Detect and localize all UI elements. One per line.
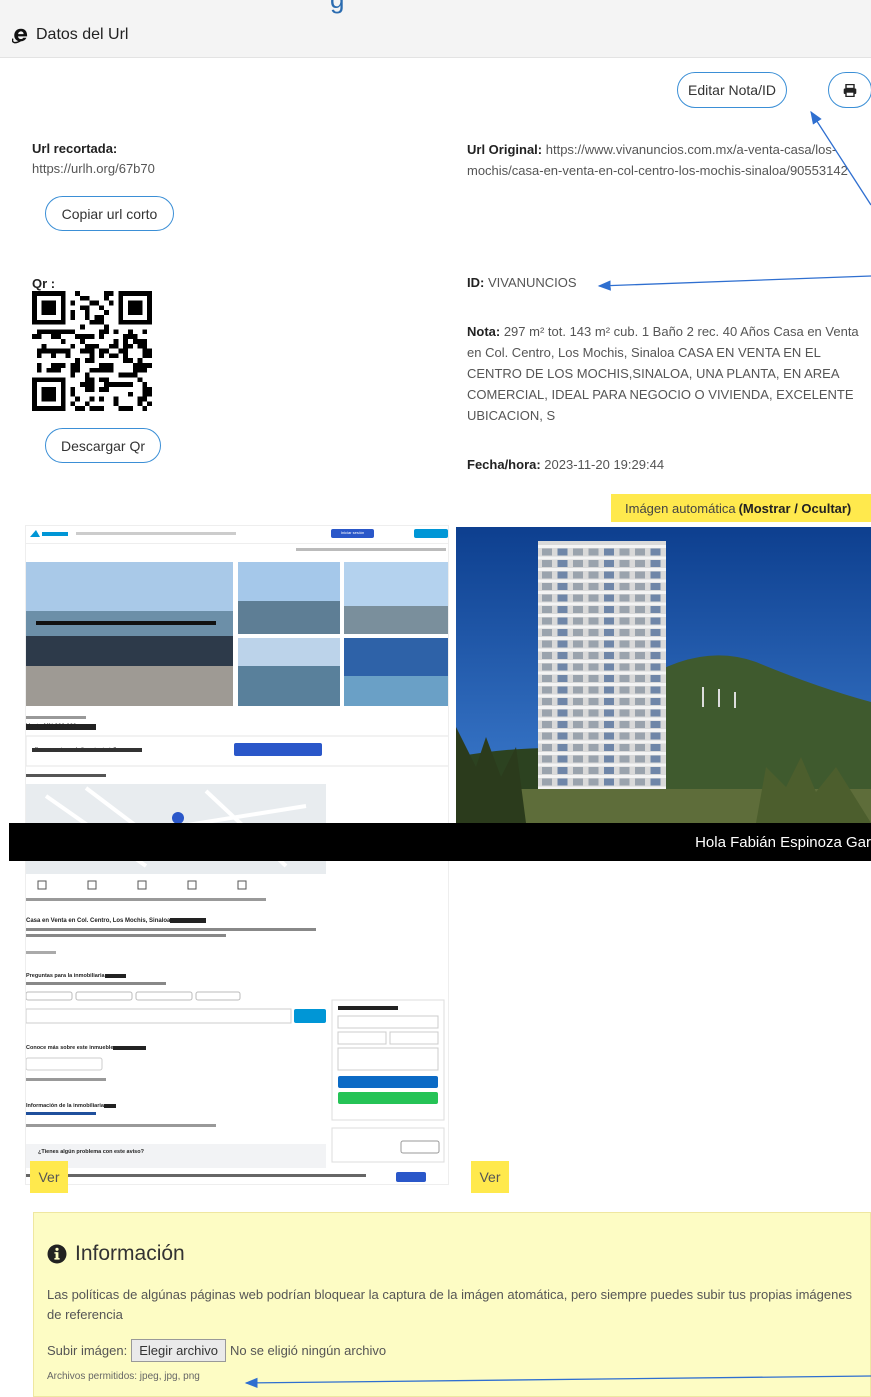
mini-more-title: Conoce más sobre este inmueble — [26, 1045, 114, 1051]
info-circle-icon — [47, 1244, 67, 1264]
qr-label: Qr : — [32, 276, 56, 291]
copy-short-url-button[interactable]: Copiar url corto — [45, 196, 174, 231]
date-value: 2023-11-20 19:29:44 — [540, 457, 665, 472]
mini-agency-title: Información de la inmobiliaria — [26, 1103, 104, 1109]
choose-file-button[interactable]: Elegir archivo — [131, 1339, 226, 1362]
section-header: Datos del Url — [12, 26, 128, 44]
info-header: Información — [47, 1242, 185, 1266]
view-image-button[interactable]: Ver — [471, 1161, 509, 1193]
auto-image-toggle[interactable]: (Mostrar / Ocultar) — [739, 501, 852, 516]
info-text: Las políticas de algúnas páginas web pod… — [47, 1287, 853, 1322]
upload-label: Subir imágen: — [47, 1343, 128, 1358]
user-greeting: Hola Fabián Espinoza Gar — [695, 833, 871, 851]
info-box: Información Las políticas de algúnas pág… — [33, 1212, 871, 1397]
note-field: Nota: 297 m² tot. 143 m² cub. 1 Baño 2 r… — [467, 321, 867, 426]
note-label: Nota: — [467, 324, 501, 339]
download-qr-button[interactable]: Descargar Qr — [45, 428, 161, 463]
mini-problem-title: ¿Tienes algún problema con este aviso? — [38, 1149, 144, 1155]
top-band: g Datos del Url — [0, 0, 871, 58]
auto-image-label: Imágen automática — [625, 500, 736, 516]
id-value: VIVANUNCIOS — [484, 275, 577, 290]
print-icon — [843, 83, 857, 97]
section-title: Datos del Url — [36, 26, 129, 43]
user-greeting-banner: Hola Fabián Espinoza Gar — [9, 823, 871, 861]
mini-listing-title: Casa en Venta en Col. Centro, Los Mochis… — [26, 918, 171, 924]
mini-price: Venta MN 980,000 — [26, 724, 77, 730]
original-url-label: Url Original: — [467, 142, 543, 157]
note-value: 297 m² tot. 143 m² cub. 1 Baño 2 rec. 40… — [467, 324, 859, 423]
short-url-value[interactable]: https://urlh.org/67b70 — [32, 158, 155, 179]
cut-page-title: g — [330, 0, 344, 15]
upload-row: Subir imágen: Elegir archivo No se eligi… — [47, 1339, 386, 1362]
id-field: ID: VIVANUNCIOS — [467, 272, 577, 293]
auto-image — [456, 527, 871, 823]
building-photo — [456, 527, 871, 823]
ie-icon — [12, 28, 28, 44]
no-file-text: No se eligió ningún archivo — [229, 1343, 387, 1358]
info-title: Información — [75, 1242, 185, 1265]
auto-image-bar: Imágen automática (Mostrar / Ocultar) — [611, 494, 871, 522]
short-url-label: Url recortada: — [32, 141, 118, 156]
mini-nav-login: Iniciar sesión — [340, 530, 365, 535]
id-label: ID: — [467, 275, 485, 290]
allowed-files: Archivos permitidos: jpeg, jpg, png — [47, 1371, 200, 1382]
original-url: Url Original: https://www.vivanuncios.co… — [467, 139, 867, 181]
mini-questions-title: Preguntas para la inmobiliaria — [26, 973, 105, 979]
date-field: Fecha/hora: 2023-11-20 19:29:44 — [467, 454, 664, 475]
mini-financing: ¿Buscas opciones de financiamiento? — [32, 747, 117, 753]
edit-note-button[interactable]: Editar Nota/ID — [677, 72, 787, 108]
view-page-button[interactable]: Ver — [30, 1161, 68, 1193]
print-button[interactable] — [828, 72, 871, 108]
date-label: Fecha/hora: — [467, 457, 541, 472]
qr-code — [32, 291, 152, 411]
